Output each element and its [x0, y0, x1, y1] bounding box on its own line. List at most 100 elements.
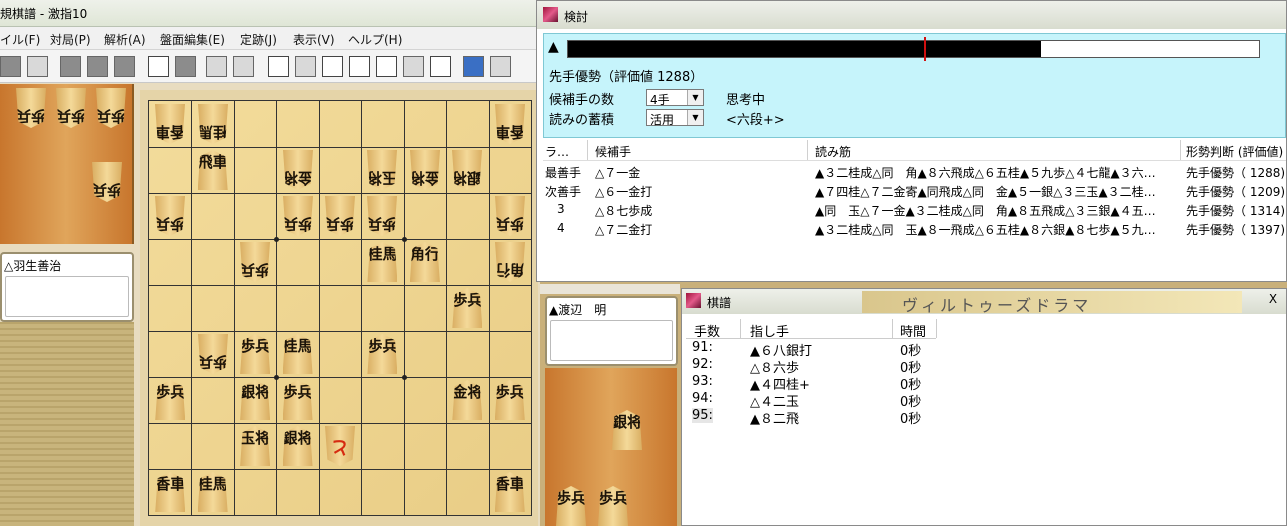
- col-judgement[interactable]: 形勢判断 (評価値): [1186, 143, 1283, 160]
- toolbar-button-fwd10[interactable]: [403, 56, 424, 77]
- shogi-piece[interactable]: 歩兵: [283, 196, 313, 236]
- shogi-piece[interactable]: 香車: [495, 104, 525, 144]
- toolbar-button-board[interactable]: [148, 56, 169, 77]
- candidate-pv: ▲７四桂△７二金寄▲同飛成△同 金▲５一銀△３三玉▲３二桂…: [815, 185, 1156, 199]
- shogi-piece[interactable]: と: [325, 426, 355, 466]
- candidate-row[interactable]: 次善手 △６一金打 ▲７四桂△７二金寄▲同飛成△同 金▲５一銀△３三玉▲３二桂… 先手…: [543, 181, 1286, 200]
- shogi-piece[interactable]: 香車: [494, 472, 525, 512]
- gote-hand-piece[interactable]: 歩兵: [16, 88, 46, 128]
- shogi-piece[interactable]: 歩兵: [155, 380, 186, 420]
- candidates-select[interactable]: 4手 ▼: [646, 89, 704, 107]
- shogi-piece[interactable]: 銀将: [240, 380, 271, 420]
- kifu-title-bar[interactable]: 棋譜 ヴィルトゥーズドラマ X: [682, 289, 1286, 314]
- shogi-piece[interactable]: 桂馬: [367, 242, 398, 282]
- board-grid-line: [446, 101, 448, 515]
- menu-file[interactable]: イル(F): [0, 31, 40, 48]
- toolbar-button-open[interactable]: [27, 56, 48, 77]
- analysis-title-bar[interactable]: 検討: [537, 1, 1286, 29]
- menu-joseki[interactable]: 定跡(J): [240, 31, 277, 48]
- toolbar-button-monitor[interactable]: [463, 56, 484, 77]
- shogi-piece[interactable]: 銀将: [282, 426, 313, 466]
- shogi-piece[interactable]: 歩兵: [240, 334, 271, 374]
- shogi-piece[interactable]: 歩兵: [494, 380, 525, 420]
- col-move[interactable]: 指し手: [750, 321, 789, 340]
- shogi-piece[interactable]: 歩兵: [155, 196, 185, 236]
- shogi-piece[interactable]: 歩兵: [495, 196, 525, 236]
- shogi-piece[interactable]: 金将: [452, 380, 483, 420]
- kifu-row[interactable]: 93: ▲４四桂+ 0秒: [686, 374, 936, 393]
- menu-match[interactable]: 対局(P): [50, 31, 91, 48]
- menu-analysis[interactable]: 解析(A): [104, 31, 146, 48]
- sente-hand-piece[interactable]: 銀将: [612, 410, 642, 450]
- kifu-row[interactable]: 94: △４二玉 0秒: [686, 391, 936, 410]
- col-candidate[interactable]: 候補手: [595, 143, 631, 160]
- shogi-piece[interactable]: 桂馬: [197, 472, 228, 512]
- candidate-row[interactable]: 3 △８七歩成 ▲同 玉△７一金▲３二桂成△同 角▲８五飛成△３三銀▲４五… 先手優勢…: [543, 200, 1286, 219]
- piece-label: 金将: [409, 169, 440, 187]
- shogi-piece[interactable]: 歩兵: [367, 334, 398, 374]
- accumulate-label: 読みの蓄積: [549, 113, 615, 128]
- shogi-piece[interactable]: 歩兵: [325, 196, 355, 236]
- shogi-piece[interactable]: 角行: [495, 242, 525, 282]
- shogi-piece[interactable]: 玉将: [240, 426, 271, 466]
- shogi-piece[interactable]: 香車: [155, 104, 185, 144]
- kifu-row[interactable]: 91: ▲６八銀打 0秒: [686, 340, 936, 359]
- toolbar-button-flip[interactable]: [175, 56, 196, 77]
- toolbar-button-first[interactable]: [268, 56, 289, 77]
- toolbar-button-prev[interactable]: [322, 56, 343, 77]
- gote-hand-piece[interactable]: 歩兵: [92, 162, 122, 202]
- gote-hand-piece[interactable]: 歩兵: [96, 88, 126, 128]
- toolbar-button-paste[interactable]: [114, 56, 135, 77]
- shogi-piece[interactable]: 玉将: [367, 150, 397, 190]
- toolbar-button-redo[interactable]: [233, 56, 254, 77]
- close-button[interactable]: X: [1264, 292, 1282, 308]
- shogi-piece[interactable]: 桂馬: [198, 104, 228, 144]
- piece-label: 桂馬: [282, 337, 313, 355]
- shogi-piece[interactable]: 銀将: [452, 150, 482, 190]
- shogi-piece[interactable]: 歩兵: [367, 196, 397, 236]
- kifu-row[interactable]: 92: △８六歩 0秒: [686, 357, 936, 376]
- toolbar-button-help[interactable]: [490, 56, 511, 77]
- toolbar-button-stop[interactable]: [349, 56, 370, 77]
- toolbar-button-new[interactable]: [0, 56, 21, 77]
- toolbar-button-copy[interactable]: [87, 56, 108, 77]
- menu-view[interactable]: 表示(V): [293, 31, 335, 48]
- board-grid-line: [149, 147, 531, 148]
- board-grid-line: [276, 101, 278, 515]
- accumulate-select[interactable]: 活用 ▼: [646, 109, 704, 127]
- shogi-piece[interactable]: 歩兵: [198, 334, 228, 374]
- menu-help[interactable]: ヘルプ(H): [348, 31, 402, 48]
- candidate-row[interactable]: 4 △７二金打 ▲３二桂成△同 玉▲８一飛成△６五桂▲８六銀▲８七歩▲５九… 先手優勢…: [543, 219, 1286, 238]
- board-grid-line: [149, 423, 531, 424]
- sente-hand-piece[interactable]: 歩兵: [556, 486, 586, 526]
- shogi-piece[interactable]: 歩兵: [282, 380, 313, 420]
- col-pv[interactable]: 読み筋: [815, 143, 851, 160]
- candidate-pv: ▲３二桂成△同 角▲８六飛成△６五桂▲５九歩△４七龍▲３六…: [815, 166, 1156, 180]
- candidates-value: 4手: [650, 93, 670, 107]
- sente-player-info: [550, 320, 673, 361]
- toolbar-button-back10[interactable]: [295, 56, 316, 77]
- col-time[interactable]: 時間: [900, 321, 926, 340]
- col-move-number[interactable]: 手数: [694, 321, 720, 340]
- toolbar-button-last[interactable]: [430, 56, 451, 77]
- candidate-row[interactable]: 最善手 △７一金 ▲３二桂成△同 角▲８六飛成△６五桂▲５九歩△４七龍▲３六… 先手優…: [543, 162, 1286, 181]
- menu-board-edit[interactable]: 盤面編集(E): [160, 31, 225, 48]
- toolbar-button-undo[interactable]: [206, 56, 227, 77]
- shogi-piece[interactable]: 金将: [283, 150, 313, 190]
- shogi-piece[interactable]: 桂馬: [282, 334, 313, 374]
- shogi-piece[interactable]: 角行: [409, 242, 440, 282]
- shogi-piece[interactable]: 香車: [155, 472, 186, 512]
- gote-hand-piece[interactable]: 歩兵: [56, 88, 86, 128]
- toolbar-button-save[interactable]: [60, 56, 81, 77]
- shogi-piece[interactable]: 飛車: [197, 150, 228, 190]
- shogi-board[interactable]: 香車 桂馬 香車 飛車 金将 玉将 金将 銀将 歩兵 歩兵 歩兵 歩兵 歩兵 歩兵 桂馬 角行 角行 歩兵 歩兵 歩兵…: [148, 100, 532, 516]
- shogi-piece[interactable]: 歩兵: [452, 288, 483, 328]
- piece-label: 歩兵: [240, 261, 271, 279]
- shogi-piece[interactable]: 金将: [410, 150, 440, 190]
- shogi-piece[interactable]: 歩兵: [240, 242, 270, 282]
- main-title-bar[interactable]: 規棋譜 - 激指10: [0, 0, 540, 27]
- col-rank[interactable]: ラ…: [545, 143, 569, 160]
- kifu-row[interactable]: 95: ▲８二飛 0秒: [686, 408, 936, 427]
- toolbar-button-next[interactable]: [376, 56, 397, 77]
- sente-hand-piece[interactable]: 歩兵: [598, 486, 628, 526]
